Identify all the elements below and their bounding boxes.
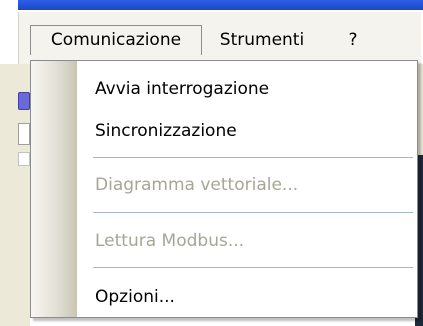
background-tree-item[interactable]	[18, 152, 30, 166]
menu-strumenti[interactable]: Strumenti	[203, 25, 321, 55]
menu-item-sincronizzazione[interactable]: Sincronizzazione	[95, 117, 237, 145]
menu-item-opzioni[interactable]: Opzioni...	[95, 283, 175, 311]
background-input-field[interactable]	[18, 123, 30, 145]
menu-separator	[93, 267, 413, 268]
title-bar	[18, 0, 423, 10]
toolbar-save-icon[interactable]	[18, 92, 30, 110]
menu-item-lettura-modbus: Lettura Modbus...	[95, 231, 245, 251]
menu-item-avvia-interrogazione[interactable]: Avvia interrogazione	[95, 75, 269, 103]
comunicazione-dropdown-menu: Avvia interrogazione Sincronizzazione Di…	[30, 60, 418, 318]
menu-separator	[93, 157, 413, 158]
menu-icon-gutter	[31, 61, 77, 317]
menu-separator	[93, 212, 413, 213]
menu-item-diagramma-vettoriale: Diagramma vettoriale...	[95, 175, 299, 195]
menu-comunicazione[interactable]: Comunicazione	[30, 25, 202, 55]
menu-help[interactable]: ?	[333, 25, 373, 55]
